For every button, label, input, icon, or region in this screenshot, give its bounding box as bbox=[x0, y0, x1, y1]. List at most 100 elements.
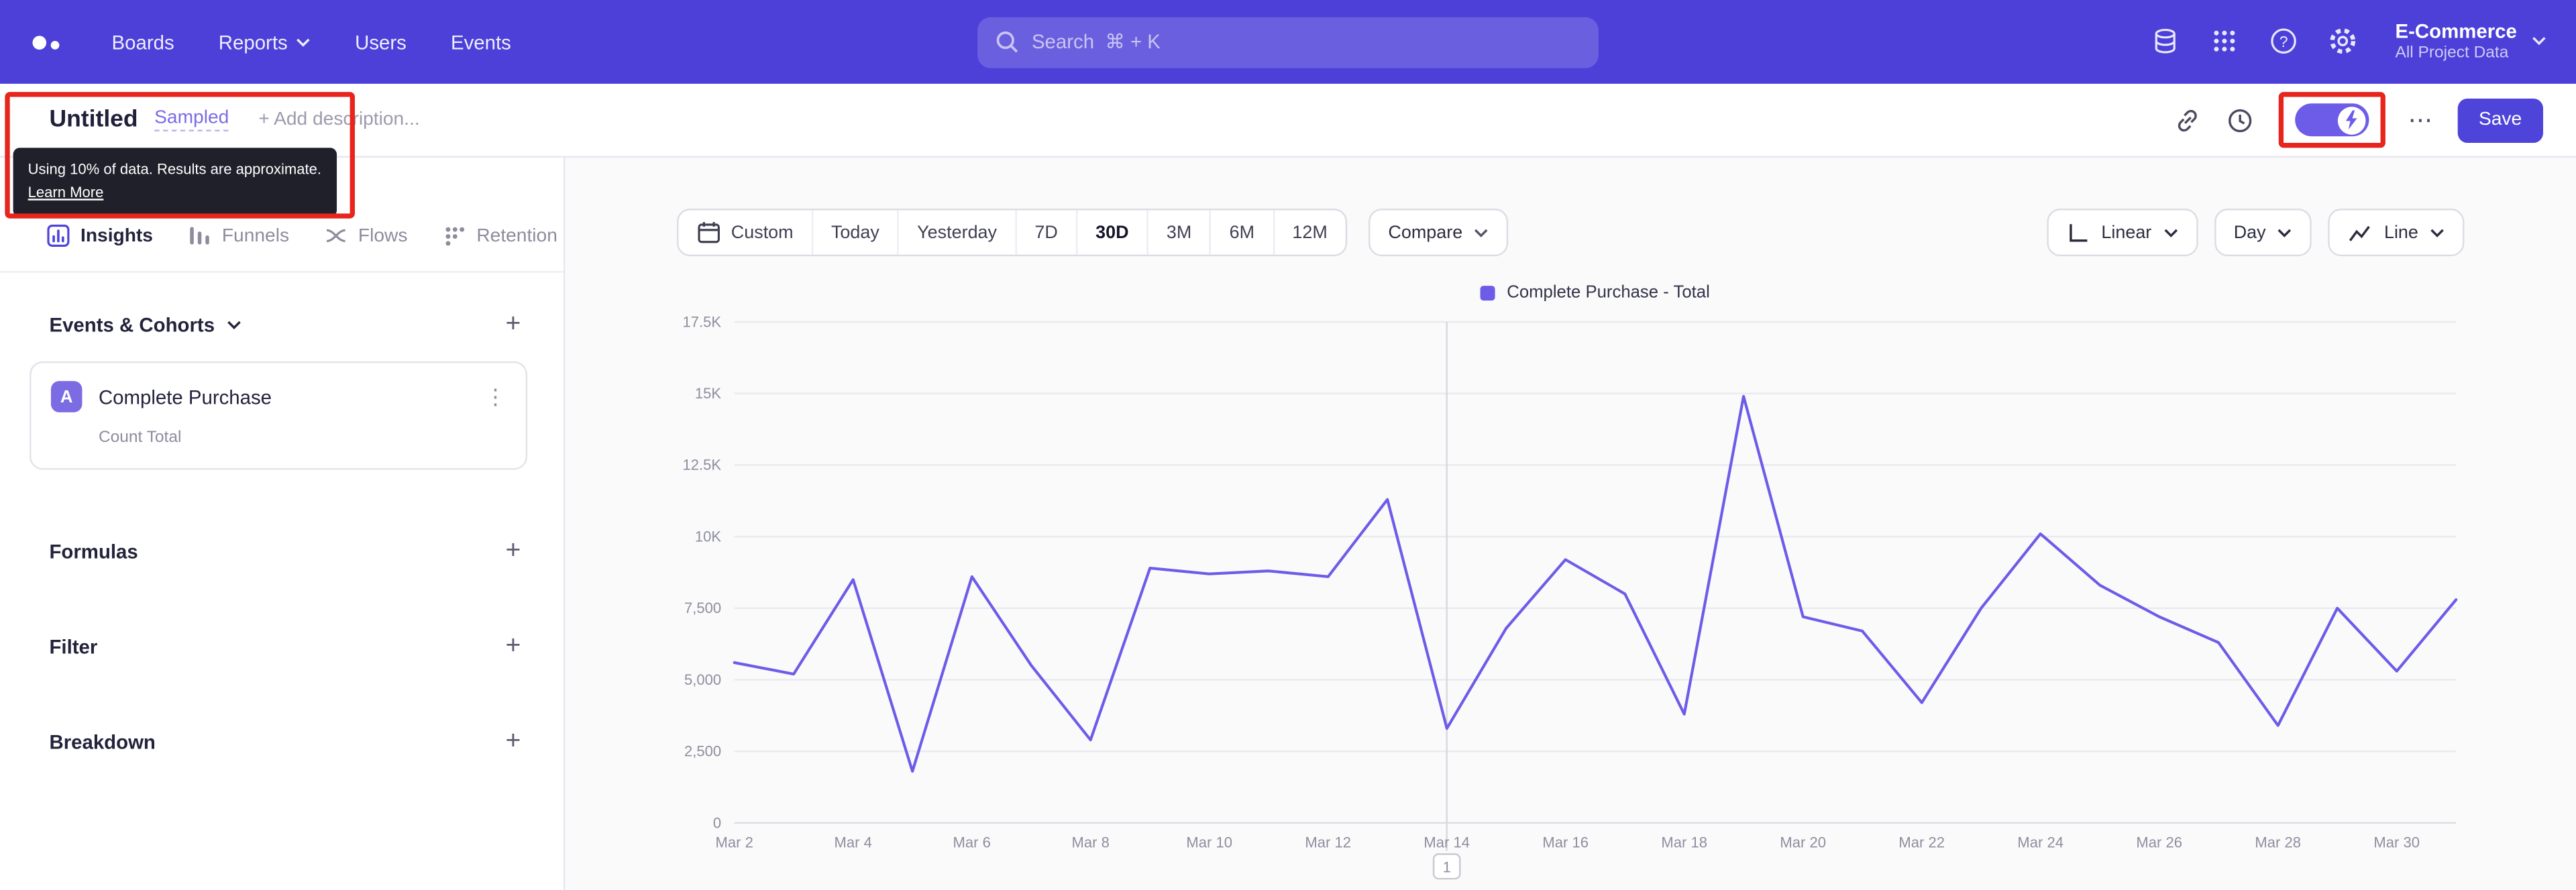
nav-item-boards[interactable]: Boards bbox=[112, 30, 174, 53]
annotation-label: 1 bbox=[1443, 858, 1451, 875]
date-range-7d[interactable]: 7D bbox=[1014, 210, 1076, 255]
data-management-icon[interactable] bbox=[2151, 26, 2182, 58]
sampling-toggle[interactable] bbox=[2294, 103, 2369, 137]
date-range-segmented: Custom Today Yesterday 7D 30D 3M 6M 12M bbox=[676, 209, 1348, 257]
nav-item-label: Reports bbox=[218, 30, 288, 54]
section-filter: Filter + bbox=[0, 633, 564, 660]
add-event-button[interactable]: + bbox=[505, 311, 521, 338]
granularity-select[interactable]: Day bbox=[2214, 209, 2312, 257]
nav-item-label: Boards bbox=[111, 30, 174, 54]
date-range-today[interactable]: Today bbox=[811, 210, 898, 255]
date-range-label: Yesterday bbox=[917, 222, 998, 243]
chevron-down-icon bbox=[2278, 228, 2292, 237]
sidebar-sections: Formulas + Filter + Breakdown + bbox=[0, 538, 564, 755]
date-range-label: 3M bbox=[1166, 222, 1192, 243]
report-header: Untitled Sampled + Add description... ⋯ … bbox=[0, 83, 2576, 158]
x-tick-label: Mar 10 bbox=[1186, 834, 1232, 851]
mixpanel-logo[interactable] bbox=[30, 27, 66, 56]
project-switcher[interactable]: E-Commerce All Project Data bbox=[2396, 20, 2546, 64]
date-range-3m[interactable]: 3M bbox=[1146, 210, 1210, 255]
section-label: Breakdown bbox=[49, 730, 156, 755]
annotation-marker[interactable]: 1 bbox=[1432, 853, 1461, 880]
date-range-6m[interactable]: 6M bbox=[1210, 210, 1273, 255]
event-metric-select[interactable]: Count Total bbox=[99, 429, 506, 447]
event-letter-badge: A bbox=[50, 381, 83, 412]
events-cohorts-header: Events & Cohorts + bbox=[0, 311, 564, 338]
event-card[interactable]: A Complete Purchase ⋮ Count Total bbox=[30, 361, 528, 470]
date-range-yesterday[interactable]: Yesterday bbox=[897, 210, 1015, 255]
add-formulas-button[interactable]: + bbox=[505, 538, 521, 565]
save-button[interactable]: Save bbox=[2457, 97, 2544, 142]
events-cohorts-text: Events & Cohorts bbox=[49, 313, 215, 337]
y-tick-label: 12.5K bbox=[683, 457, 722, 474]
apps-grid-icon[interactable] bbox=[2210, 26, 2241, 58]
date-range-label: 6M bbox=[1229, 222, 1255, 243]
search-input[interactable] bbox=[1031, 30, 1580, 54]
chart-panel: Custom Today Yesterday 7D 30D 3M 6M 12M Compare… bbox=[565, 158, 2576, 890]
series-line bbox=[733, 394, 2458, 773]
query-builder-sidebar: Insights Funnels Flows Retention Events & C… bbox=[0, 158, 566, 890]
x-tick-label: Mar 18 bbox=[1661, 834, 1707, 851]
add-filter-button[interactable]: + bbox=[505, 633, 521, 660]
section-formulas: Formulas + bbox=[0, 538, 564, 565]
date-range-30d[interactable]: 30D bbox=[1075, 210, 1147, 255]
tab-insights[interactable]: Insights bbox=[46, 223, 153, 248]
x-tick-label: Mar 6 bbox=[953, 834, 991, 851]
nav-item-users[interactable]: Users bbox=[355, 30, 407, 53]
event-row: A Complete Purchase ⋮ bbox=[50, 381, 506, 412]
chevron-down-icon bbox=[2163, 228, 2178, 237]
date-range-custom[interactable]: Custom bbox=[678, 210, 811, 254]
x-tick-label: Mar 12 bbox=[1305, 834, 1351, 851]
nav-item-reports[interactable]: Reports bbox=[218, 30, 311, 54]
x-tick-label: Mar 30 bbox=[2373, 834, 2420, 851]
content: Insights Funnels Flows Retention Events & C… bbox=[0, 158, 2576, 890]
chart-controls: Custom Today Yesterday 7D 30D 3M 6M 12M Compare… bbox=[676, 209, 2465, 257]
add-description-field[interactable]: + Add description... bbox=[258, 110, 419, 129]
report-title[interactable]: Untitled bbox=[49, 107, 138, 133]
project-subtitle: All Project Data bbox=[2395, 44, 2509, 62]
kebab-menu-icon[interactable]: ⋮ bbox=[484, 384, 506, 410]
more-options-button[interactable]: ⋯ bbox=[2408, 107, 2434, 132]
insights-icon bbox=[47, 224, 70, 247]
linear-select[interactable]: Linear bbox=[2047, 209, 2198, 257]
date-range-label: 7D bbox=[1034, 222, 1058, 243]
tab-funnels[interactable]: Funnels bbox=[187, 223, 289, 248]
logo-dots-icon bbox=[32, 35, 60, 49]
copy-link-icon[interactable] bbox=[2173, 105, 2202, 135]
add-breakdown-button[interactable]: + bbox=[505, 728, 521, 755]
events-cohorts-label[interactable]: Events & Cohorts bbox=[49, 314, 241, 337]
chart-type-select-label: Line bbox=[2383, 222, 2418, 243]
tab-flows[interactable]: Flows bbox=[323, 223, 407, 248]
date-range-label: 30D bbox=[1095, 222, 1129, 243]
help-icon[interactable]: ? bbox=[2269, 26, 2300, 58]
calendar-icon bbox=[698, 222, 720, 243]
date-range-12m[interactable]: 12M bbox=[1273, 210, 1346, 255]
global-search[interactable] bbox=[977, 16, 1599, 68]
nav-item-label: Events bbox=[451, 30, 511, 54]
section-label: Formulas bbox=[49, 540, 138, 564]
tab-retention[interactable]: Retention bbox=[442, 223, 557, 248]
history-icon[interactable] bbox=[2226, 105, 2255, 135]
sampling-toggle-highlight bbox=[2278, 92, 2385, 148]
tab-label: Funnels bbox=[221, 225, 290, 246]
x-tick-label: Mar 20 bbox=[1780, 834, 1826, 851]
date-controls: Custom Today Yesterday 7D 30D 3M 6M 12M Compare bbox=[676, 209, 1509, 257]
linear-select-label: Linear bbox=[2101, 222, 2152, 243]
chart-type-select[interactable]: Line bbox=[2328, 209, 2465, 257]
settings-gear-icon[interactable] bbox=[2328, 26, 2359, 58]
nav-item-label: Users bbox=[355, 30, 407, 54]
granularity-select-label: Day bbox=[2233, 222, 2266, 243]
x-tick-label: Mar 2 bbox=[716, 834, 753, 851]
tab-label: Retention bbox=[476, 225, 557, 246]
event-name: Complete Purchase bbox=[98, 385, 272, 408]
x-tick-label: Mar 8 bbox=[1072, 834, 1110, 851]
lightning-icon bbox=[2345, 110, 2357, 130]
nav-item-events[interactable]: Events bbox=[451, 30, 511, 53]
compare-button[interactable]: Compare bbox=[1368, 209, 1509, 257]
compare-label: Compare bbox=[1388, 222, 1463, 243]
learn-more-link[interactable]: Learn More bbox=[28, 184, 104, 200]
line-chart-icon bbox=[2349, 225, 2371, 241]
sampled-badge[interactable]: Sampled bbox=[154, 109, 229, 131]
tooltip-text: Using 10% of data. Results are approxima… bbox=[28, 161, 322, 178]
x-tick-label: Mar 26 bbox=[2136, 834, 2182, 851]
